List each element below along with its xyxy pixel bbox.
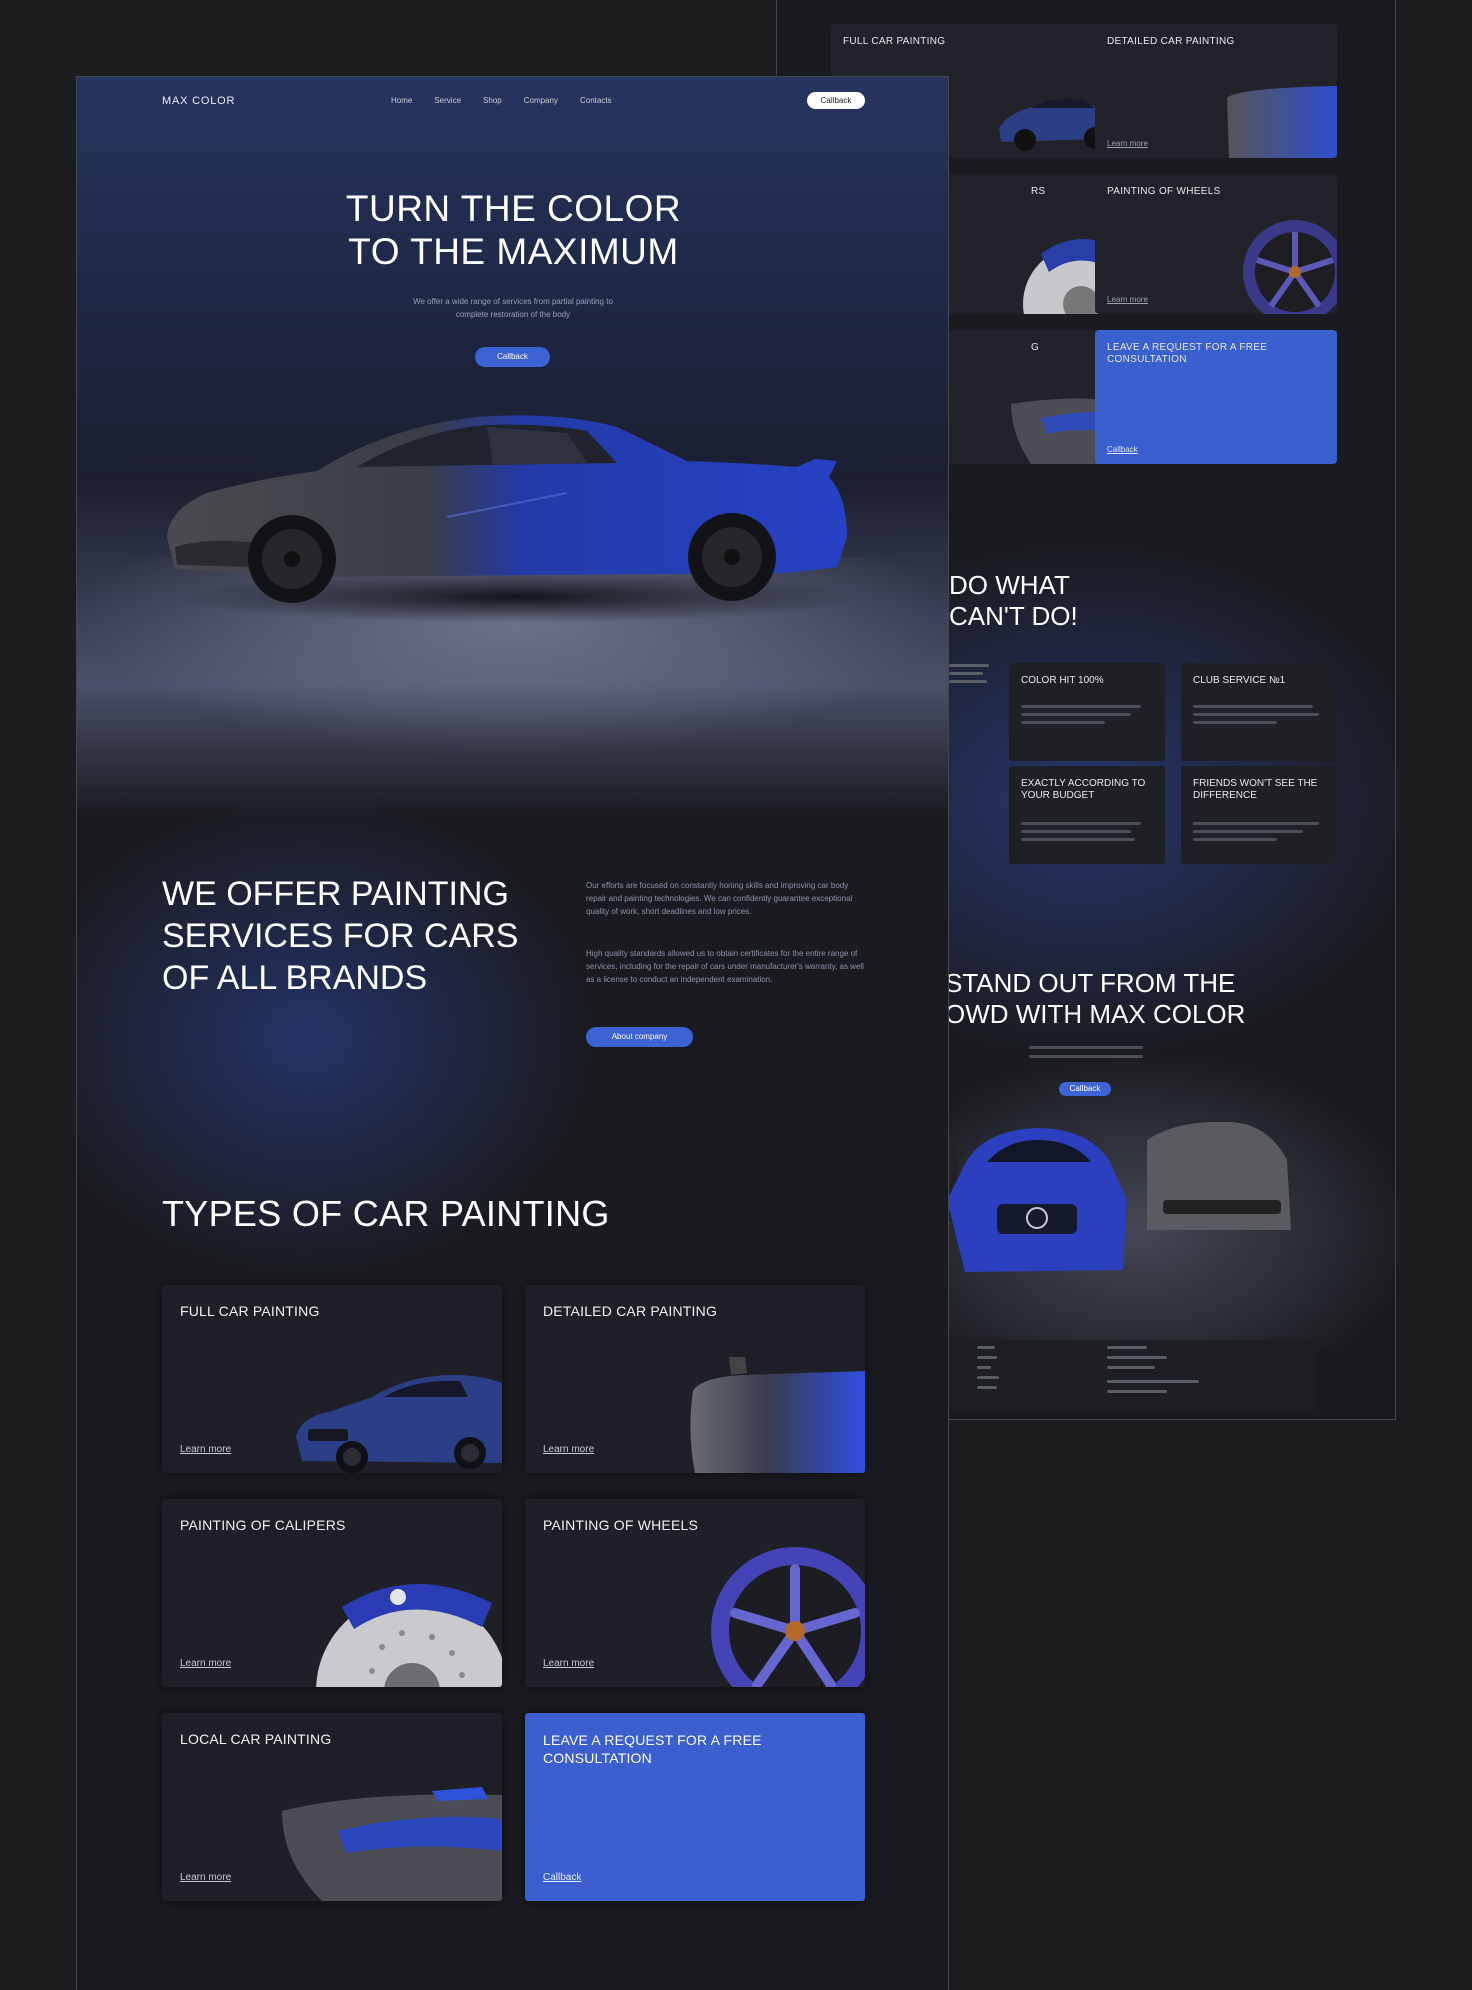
card-title: PAINTING OF WHEELS [543, 1517, 699, 1533]
service-card-detailed-painting[interactable]: DETAILED CAR PAINTING Learn more [525, 1285, 865, 1473]
back-card-title: DETAILED CAR PAINTING [1107, 36, 1235, 47]
feature-card: CLUB SERVICE №1 [1181, 663, 1337, 761]
nav-link-home[interactable]: Home [391, 96, 412, 105]
service-card-wheels[interactable]: PAINTING OF WHEELS Learn more [525, 1499, 865, 1687]
hero-callback-button[interactable]: Callback [475, 347, 550, 367]
offer-title: WE OFFER PAINTING SERVICES FOR CARS OF A… [162, 873, 562, 999]
back-cta-card[interactable]: LEAVE A REQUEST FOR A FREE CONSULTATION … [1095, 330, 1337, 464]
card-learn-more-link[interactable]: Learn more [180, 1658, 231, 1669]
offer-paragraph: Our efforts are focused on constantly ho… [586, 881, 853, 916]
cta-title: LEAVE A REQUEST FOR A FREE CONSULTATION [543, 1732, 762, 1766]
back-card-detailed-painting[interactable]: DETAILED CAR PAINTING Learn more [1095, 24, 1337, 158]
hero-subtitle: We offer a wide range of services from p… [413, 297, 613, 319]
back-we-do-heading: DO WHAT CAN'T DO! [949, 570, 1078, 632]
nav-link-service[interactable]: Service [434, 96, 461, 105]
card-title: DETAILED CAR PAINTING [543, 1303, 718, 1319]
car-door-image [1227, 86, 1337, 158]
types-title: TYPES OF CAR PAINTING [162, 1193, 610, 1234]
feature-title: EXACTLY ACCORDING TO YOUR BUDGET [1021, 778, 1146, 801]
about-company-button[interactable]: About company [586, 1027, 693, 1047]
hero-title-line: TURN THE COLOR [345, 188, 682, 229]
sedan-image [296, 1374, 502, 1473]
feature-card: COLOR HIT 100% [1009, 663, 1165, 761]
brake-caliper-image [316, 1583, 502, 1687]
service-card-calipers[interactable]: PAINTING OF CALIPERS Learn more [162, 1499, 502, 1687]
offer-title-line: OF ALL BRANDS [162, 959, 428, 997]
back-card-link[interactable]: Learn more [1107, 139, 1148, 148]
nav-link-shop[interactable]: Shop [483, 96, 502, 105]
car-door-image [690, 1357, 865, 1473]
back-card-title: FULL CAR PAINTING [843, 36, 946, 47]
offer-paragraph: High quality standards allowed us to obt… [586, 949, 864, 984]
back-card-title: G [1031, 342, 1040, 353]
cta-callback-link[interactable]: Callback [543, 1872, 581, 1883]
service-card-full-painting[interactable]: FULL CAR PAINTING Learn more [162, 1285, 502, 1473]
back-card-title: RS [1031, 186, 1046, 197]
hero-car-image [167, 415, 857, 623]
heading-line: DO WHAT [949, 570, 1070, 600]
back-cta-title: LEAVE A REQUEST FOR A FREE CONSULTATION [1107, 342, 1268, 365]
nav-link-contacts[interactable]: Contacts [580, 96, 612, 105]
wheel-image [1243, 220, 1337, 314]
main-page-preview: MAX COLOR Home Service Shop Company Cont… [76, 76, 949, 1990]
offer-title-line: WE OFFER PAINTING [162, 875, 509, 913]
offer-title-line: SERVICES FOR CARS [162, 917, 519, 955]
heading-line: CAN'T DO! [949, 601, 1078, 631]
feature-card: EXACTLY ACCORDING TO YOUR BUDGET [1009, 766, 1165, 864]
back-stand-out-heading: STAND OUT FROM THE OWD WITH MAX COLOR [945, 968, 1245, 1030]
hero-title-line: TO THE MAXIMUM [348, 231, 679, 272]
back-stand-out-button[interactable]: Callback [1059, 1082, 1111, 1096]
back-card-title: PAINTING OF WHEELS [1107, 186, 1221, 197]
back-card-wheels[interactable]: PAINTING OF WHEELS Learn more [1095, 174, 1337, 314]
feature-card: FRIENDS WON'T SEE THE DIFFERENCE [1181, 766, 1337, 864]
wheel-image [711, 1547, 865, 1687]
heading-line: STAND OUT FROM THE [945, 968, 1236, 998]
back-cta-link[interactable]: Callback [1107, 445, 1138, 454]
card-learn-more-link[interactable]: Learn more [180, 1872, 231, 1883]
card-title: PAINTING OF CALIPERS [180, 1517, 346, 1533]
card-title: FULL CAR PAINTING [180, 1303, 320, 1319]
feature-title: CLUB SERVICE №1 [1193, 675, 1286, 686]
heading-line: OWD WITH MAX COLOR [945, 999, 1246, 1029]
consultation-cta-card[interactable]: LEAVE A REQUEST FOR A FREE CONSULTATION … [525, 1713, 865, 1901]
bumper-image [282, 1787, 502, 1901]
feature-title: COLOR HIT 100% [1021, 675, 1104, 686]
card-learn-more-link[interactable]: Learn more [543, 1444, 594, 1455]
nav-link-company[interactable]: Company [524, 96, 558, 105]
nav-callback-button[interactable]: Callback [807, 92, 865, 109]
hero-section: MAX COLOR Home Service Shop Company Cont… [77, 77, 948, 817]
hero-title: TURN THE COLOR TO THE MAXIMUM [77, 187, 948, 273]
feature-title: FRIENDS WON'T SEE THE DIFFERENCE [1193, 778, 1318, 801]
card-learn-more-link[interactable]: Learn more [543, 1658, 594, 1669]
main-nav: Home Service Shop Company Contacts [391, 96, 612, 105]
back-footer [897, 1340, 1317, 1410]
service-card-local-painting[interactable]: LOCAL CAR PAINTING Learn more [162, 1713, 502, 1901]
card-learn-more-link[interactable]: Learn more [180, 1444, 231, 1455]
back-card-link[interactable]: Learn more [1107, 295, 1148, 304]
brand-logo[interactable]: MAX COLOR [162, 95, 235, 107]
card-title: LOCAL CAR PAINTING [180, 1731, 332, 1747]
